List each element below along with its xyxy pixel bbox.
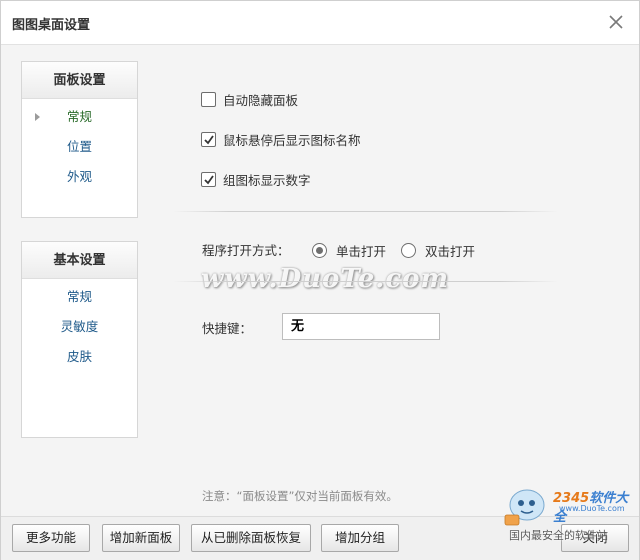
divider	[173, 281, 558, 282]
auto-hide-option[interactable]: 自动隐藏面板	[201, 90, 298, 109]
nav-item-skin-label: 皮肤	[66, 349, 92, 364]
nav-item-appearance-label: 外观	[66, 169, 92, 184]
nav-item-skin[interactable]: 皮肤	[22, 342, 137, 372]
double-click-option[interactable]: 双击打开	[401, 241, 475, 260]
basic-settings-nav: 基本设置 常规 灵敏度 皮肤	[21, 241, 138, 438]
hover-name-option[interactable]: 鼠标悬停后显示图标名称	[201, 130, 361, 149]
nav-item-general[interactable]: 常规	[22, 102, 137, 132]
mascot-icon	[504, 489, 545, 526]
nav-item-appearance[interactable]: 外观	[22, 162, 137, 192]
nav-item-general-label: 常规	[66, 109, 92, 124]
add-panel-button[interactable]: 增加新面板	[102, 524, 180, 552]
hover-name-checkbox[interactable]	[201, 132, 216, 147]
open-mode-label: 程序打开方式：	[202, 243, 290, 258]
site-logo-overlay: 2345软件大全 www.DuoTe.com 国内最安全的软件站	[499, 483, 640, 543]
more-functions-button[interactable]: 更多功能	[12, 524, 90, 552]
single-click-radio[interactable]	[312, 243, 327, 258]
logo-url: www.DuoTe.com	[559, 504, 625, 513]
double-click-radio[interactable]	[401, 243, 416, 258]
close-icon[interactable]	[605, 11, 627, 33]
hotkey-input[interactable]: 无	[282, 313, 440, 340]
nav-item-basic-general[interactable]: 常规	[22, 282, 137, 312]
settings-window: 图图桌面设置 面板设置 常规 位置 外观 基本设置 常规 灵敏度 皮肤 自动隐藏…	[0, 0, 640, 560]
title-bar: 图图桌面设置	[1, 1, 639, 45]
checkmark-icon	[204, 175, 214, 185]
basic-settings-heading: 基本设置	[22, 242, 137, 279]
nav-item-basic-general-label: 常规	[66, 289, 92, 304]
nav-item-sensitivity-label: 灵敏度	[60, 319, 99, 334]
group-count-option[interactable]: 组图标显示数字	[201, 170, 311, 189]
hotkey-label: 快捷键：	[202, 321, 253, 336]
auto-hide-label: 自动隐藏面板	[223, 93, 299, 108]
panel-settings-nav: 面板设置 常规 位置 外观	[21, 61, 138, 218]
checkmark-icon	[204, 135, 214, 145]
group-count-checkbox[interactable]	[201, 172, 216, 187]
divider	[173, 211, 558, 212]
panel-settings-note: 注意：“面板设置”仅对当前面板有效。	[202, 489, 398, 503]
double-click-label: 双击打开	[425, 244, 476, 259]
restore-panel-button[interactable]: 从已删除面板恢复	[191, 524, 311, 552]
nav-item-position-label: 位置	[66, 139, 92, 154]
nav-item-position[interactable]: 位置	[22, 132, 137, 162]
panel-settings-heading: 面板设置	[22, 62, 137, 99]
single-click-option[interactable]: 单击打开	[312, 241, 386, 260]
nav-item-sensitivity[interactable]: 灵敏度	[22, 312, 137, 342]
window-title: 图图桌面设置	[12, 18, 91, 33]
hover-name-label: 鼠标悬停后显示图标名称	[223, 133, 361, 148]
arrow-right-icon	[35, 113, 40, 121]
group-count-label: 组图标显示数字	[223, 173, 311, 188]
single-click-label: 单击打开	[336, 244, 387, 259]
watermark-text: www.DuoTe.com	[201, 264, 450, 294]
auto-hide-checkbox[interactable]	[201, 92, 216, 107]
add-group-button[interactable]: 增加分组	[321, 524, 399, 552]
logo-slogan: 国内最安全的软件站	[509, 529, 608, 542]
